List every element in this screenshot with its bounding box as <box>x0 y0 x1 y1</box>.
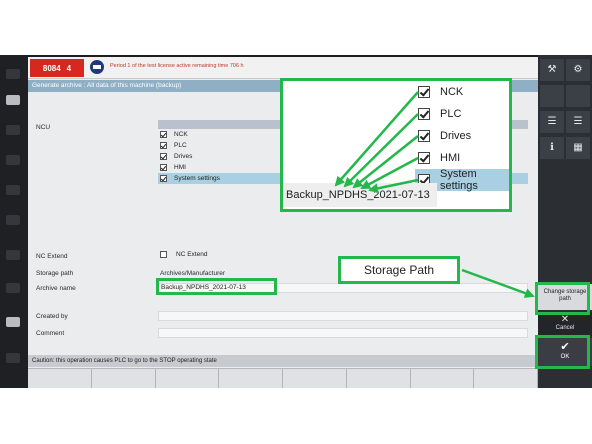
alarm-count: 4 <box>66 63 72 73</box>
callout-row-drives: Drives <box>415 125 509 147</box>
caution-message: Caution: this operation causes PLC to go… <box>28 355 538 367</box>
ok-highlight <box>535 335 590 369</box>
info-icon[interactable]: ℹ <box>540 137 564 159</box>
cancel-button[interactable]: ✕ Cancel <box>538 312 592 336</box>
bezel-key[interactable] <box>6 69 20 79</box>
callout-row-plc: PLC <box>415 103 509 125</box>
alarm-bar: 8084 4 Period 1 of the test license acti… <box>28 57 538 79</box>
checkbox <box>418 130 430 142</box>
horizontal-softkey[interactable] <box>156 369 220 388</box>
horizontal-softkey[interactable] <box>219 369 283 388</box>
archive-name-highlight <box>156 278 277 295</box>
bezel-key[interactable] <box>6 250 20 260</box>
tool-icon[interactable]: ⚙ <box>566 59 590 81</box>
archive-name-label: Archive name <box>36 285 76 292</box>
checkbox[interactable] <box>160 175 167 182</box>
bezel-key[interactable] <box>6 125 20 135</box>
settings-key[interactable] <box>540 85 564 107</box>
checkbox <box>418 152 430 164</box>
checkbox <box>418 86 430 98</box>
created-by-label: Created by <box>36 313 68 320</box>
nc-extend-checkbox[interactable] <box>160 251 167 258</box>
bezel-key[interactable] <box>6 155 20 165</box>
alarm-type-icon <box>90 60 104 74</box>
callout-archive-name: Backup_NPDHS_2021-07-13 <box>283 183 437 207</box>
bezel-key[interactable] <box>6 185 20 195</box>
horizontal-softkey[interactable] <box>347 369 411 388</box>
left-bezel <box>0 55 28 388</box>
nc-extend-label: NC Extend <box>36 253 68 260</box>
alarm-message: Period 1 of the test license active rema… <box>110 63 244 69</box>
horizontal-softkey[interactable] <box>28 369 92 388</box>
horizontal-softkey[interactable] <box>411 369 475 388</box>
checkbox <box>418 108 430 120</box>
checkbox[interactable] <box>160 142 167 149</box>
storage-path-value: Archives/Manufacturer <box>160 270 226 277</box>
comment-label: Comment <box>36 330 65 337</box>
bezel-key[interactable] <box>6 95 20 105</box>
change-path-highlight <box>535 282 590 315</box>
grid-icon[interactable]: ▦ <box>566 137 590 159</box>
callout-row-hmi: HMI <box>415 147 509 169</box>
list-icon[interactable]: ☰ <box>540 111 564 133</box>
storage-path-annotation: Storage Path <box>338 256 460 284</box>
callout-components-list: NCK PLC Drives HMI System settings <box>415 81 509 192</box>
alarm-indicator[interactable]: 8084 4 <box>30 59 84 77</box>
ncu-label: NCU <box>36 124 51 131</box>
checkbox[interactable] <box>160 153 167 160</box>
cancel-label: Cancel <box>555 325 575 331</box>
comment-input[interactable] <box>158 328 528 338</box>
settings-key[interactable] <box>566 85 590 107</box>
storage-path-label: Storage path <box>36 270 74 277</box>
bezel-key[interactable] <box>6 353 20 363</box>
horizontal-softkey[interactable] <box>283 369 347 388</box>
close-icon: ✕ <box>560 314 570 325</box>
created-by-input[interactable] <box>158 311 528 321</box>
horizontal-softkeys <box>28 368 538 388</box>
nc-extend-option[interactable]: NC Extend <box>160 251 207 258</box>
checkbox[interactable] <box>160 131 167 138</box>
horizontal-softkey[interactable] <box>92 369 156 388</box>
list-icon[interactable]: ☰ <box>566 111 590 133</box>
alarm-code: 8084 <box>42 63 61 73</box>
checkbox[interactable] <box>160 164 167 171</box>
wrench-icon[interactable]: ⚒ <box>540 59 564 81</box>
bezel-key[interactable] <box>6 283 20 293</box>
horizontal-softkey[interactable] <box>474 369 538 388</box>
callout-row-nck: NCK <box>415 81 509 103</box>
bezel-key[interactable] <box>6 215 20 225</box>
zoom-callout: NCK PLC Drives HMI System settings Backu… <box>280 78 512 212</box>
bezel-key[interactable] <box>6 317 20 327</box>
